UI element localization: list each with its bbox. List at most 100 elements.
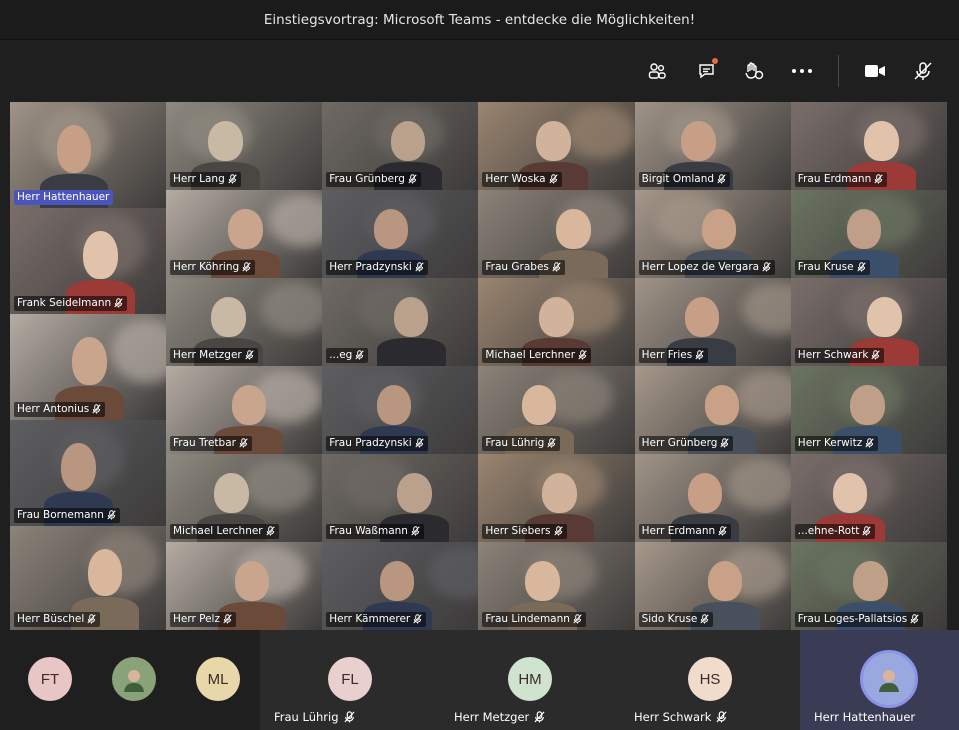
mic-muted-icon: [573, 614, 582, 624]
participant-name: Herr Schwark: [797, 349, 869, 361]
participant-face: [214, 473, 249, 513]
video-tile-grid-21[interactable]: Frau Waßmann: [322, 454, 479, 542]
participant-slot-6[interactable]: Herr Hattenhauer: [800, 630, 959, 730]
video-tile-grid-5[interactable]: Herr Köhring: [166, 190, 323, 278]
mic-muted-icon: [762, 262, 771, 272]
participant-face: [522, 385, 557, 425]
avatar[interactable]: HS: [688, 657, 732, 701]
video-tile-grid-19[interactable]: Herr Kerwitz: [790, 366, 947, 454]
chat-button[interactable]: [690, 54, 724, 88]
participant-name: Herr Schwark: [634, 710, 712, 724]
participant-name-tag: Herr Pradzynski: [326, 260, 428, 275]
participant-face: [394, 297, 429, 337]
background-blur: [267, 194, 323, 248]
mic-muted-icon: [265, 526, 275, 536]
video-tile-grid-17[interactable]: Frau Lührig: [478, 366, 635, 454]
mic-muted-icon: [534, 711, 545, 723]
camera-icon: [865, 65, 885, 77]
video-tile-grid-29[interactable]: Frau Loges-Pallatsios: [790, 542, 947, 630]
video-tile-grid-11[interactable]: ...eg: [322, 278, 479, 366]
video-tile-grid-3[interactable]: Birgit Omland: [634, 102, 791, 190]
video-tile-grid-6[interactable]: Herr Pradzynski: [322, 190, 479, 278]
participant-slot-4[interactable]: HM Herr Metzger: [440, 630, 620, 730]
toolbar-divider: [838, 55, 839, 87]
participant-name: Herr Büschel: [17, 613, 85, 625]
video-tile-grid-25[interactable]: Herr Pelz: [166, 542, 323, 630]
video-tile-grid-16[interactable]: Frau Pradzynski: [322, 366, 479, 454]
participant-name: Frau Grünberg: [329, 173, 405, 185]
participant-slot-5[interactable]: HS Herr Schwark: [620, 630, 800, 730]
participant-face: [847, 209, 882, 249]
video-tile-1[interactable]: Frank Seidelmann: [10, 208, 166, 314]
avatar[interactable]: FT: [28, 657, 72, 701]
video-tile-grid-0[interactable]: Herr Lang: [166, 102, 323, 190]
participants-button[interactable]: [640, 54, 674, 88]
video-tile-grid-12[interactable]: Michael Lerchner: [478, 278, 635, 366]
participant-slot-3[interactable]: FL Frau Lührig: [260, 630, 440, 730]
participant-name: Herr Metzger: [173, 349, 242, 361]
video-tile-grid-14[interactable]: Herr Schwark: [790, 278, 947, 366]
participant-strip: FT ML FL Frau Lührig HM Herr Metzger HS Herr Sc…: [0, 630, 959, 730]
mic-muted-icon: [717, 174, 726, 184]
video-tile-grid-1[interactable]: Frau Grünberg: [322, 102, 479, 190]
participant-name: Herr Köhring: [173, 261, 240, 273]
camera-button[interactable]: [858, 54, 892, 88]
window-title-bar: Einstiegsvortrag: Microsoft Teams - entd…: [0, 0, 959, 40]
mic-muted-icon: [716, 711, 727, 723]
participant-name-label: Herr Metzger: [454, 710, 545, 724]
avatar[interactable]: HM: [508, 657, 552, 701]
more-actions-button[interactable]: [785, 54, 819, 88]
video-tile-grid-28[interactable]: Sido Kruse: [634, 542, 791, 630]
participant-name: Frau Pradzynski: [329, 437, 412, 449]
video-tile-grid-15[interactable]: Frau Tretbar: [166, 366, 323, 454]
video-tile-grid-24[interactable]: ...ehne-Rott: [790, 454, 947, 542]
video-tile-grid-4[interactable]: Frau Erdmann: [790, 102, 947, 190]
video-tile-grid-2[interactable]: Herr Woska: [478, 102, 635, 190]
unread-badge: [712, 58, 718, 64]
mic-muted-icon: [343, 711, 355, 723]
participant-face: [61, 443, 96, 491]
participant-face: [72, 337, 107, 385]
avatar[interactable]: FL: [328, 657, 372, 701]
participant-name-tag: Herr Kerwitz: [794, 436, 879, 451]
video-tile-grid-20[interactable]: Michael Lerchner: [166, 454, 323, 542]
participant-name-tag: Frau Lindemann: [482, 612, 586, 627]
mic-muted-icon: [92, 404, 101, 414]
participant-face: [556, 209, 591, 249]
mic-button[interactable]: [906, 54, 940, 88]
video-tile-grid-8[interactable]: Herr Lopez de Vergara: [634, 190, 791, 278]
avatar[interactable]: ML: [196, 657, 240, 701]
participant-name: Herr Kerwitz: [797, 437, 863, 449]
participant-name-tag: Frau Pradzynski: [326, 436, 428, 451]
video-tile-grid-22[interactable]: Herr Siebers: [478, 454, 635, 542]
avatar[interactable]: [112, 657, 156, 701]
mic-muted-icon: [910, 614, 919, 624]
video-tile-3[interactable]: Frau Bornemann: [10, 420, 166, 526]
reactions-button[interactable]: [737, 54, 771, 88]
mic-muted-icon: [408, 174, 417, 184]
participant-name-tag: Herr Büschel: [14, 612, 101, 627]
mic-muted-icon: [355, 350, 364, 360]
participant-face: [687, 473, 723, 513]
video-tile-grid-26[interactable]: Herr Kämmerer: [322, 542, 479, 630]
video-tile-grid-27[interactable]: Frau Lindemann: [478, 542, 635, 630]
participant-name-tag: Herr Hattenhauer: [14, 190, 114, 205]
avatar-initials: FL: [341, 670, 359, 688]
video-tile-grid-10[interactable]: Herr Metzger: [166, 278, 323, 366]
video-tile-4[interactable]: Herr Büschel: [10, 526, 166, 630]
video-tile-grid-13[interactable]: Herr Fries: [634, 278, 791, 366]
participant-face: [390, 121, 426, 161]
avatar-initials: FT: [40, 670, 60, 688]
meeting-title: Einstiegsvortrag: Microsoft Teams - entd…: [263, 11, 696, 28]
mic-muted-icon: [223, 614, 232, 624]
video-tile-2[interactable]: Herr Antonius: [10, 314, 166, 420]
avatar[interactable]: [860, 650, 918, 708]
video-tile-0[interactable]: Herr Hattenhauer: [10, 102, 166, 208]
video-tile-grid-23[interactable]: Herr Erdmann: [634, 454, 791, 542]
video-tile-grid-9[interactable]: Frau Kruse: [790, 190, 947, 278]
participant-name-tag: Frau Kruse: [794, 260, 870, 275]
video-tile-grid-18[interactable]: Herr Grünberg: [634, 366, 791, 454]
participant-face: [867, 297, 902, 337]
participant-name-tag: Herr Lopez de Vergara: [638, 260, 776, 275]
video-tile-grid-7[interactable]: Frau Grabes: [478, 190, 635, 278]
